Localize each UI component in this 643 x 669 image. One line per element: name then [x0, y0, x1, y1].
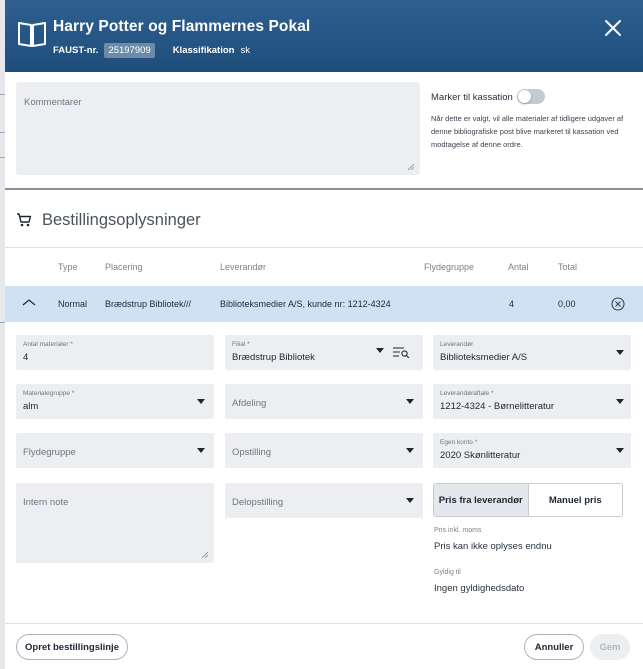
row-placering: Brædstrup Bibliotek/// [105, 299, 192, 309]
caret-down-icon [406, 498, 414, 503]
price-from-supplier-option[interactable]: Pris fra leverandør [434, 484, 528, 516]
materialegruppe-select[interactable]: Materialegruppe * alm [16, 384, 214, 419]
section-divider [5, 188, 643, 190]
egen-konto-select[interactable]: Egen konto * 2020 Skønlitteratur [433, 433, 631, 468]
filter-search-icon[interactable] [392, 346, 410, 358]
modal-header: Harry Potter og Flammernes Pokal FAUST-n… [5, 0, 643, 72]
delopstilling-select[interactable]: Delopstilling [225, 483, 423, 518]
antal-materialer-input[interactable]: Antal materialer * 4 [16, 335, 214, 370]
caret-down-icon [197, 448, 205, 453]
valid-until-value: Ingen gyldighedsdato [434, 583, 525, 594]
filial-value: Brædstrup Bibliotek [232, 352, 315, 363]
create-order-line-button[interactable]: Opret bestillingslinje [16, 634, 128, 660]
toggle-knob [518, 90, 531, 103]
leverandoraftale-select[interactable]: Leverandøraftale * 1212-4324 - Børnelitt… [433, 384, 631, 419]
price-source-toggle: Pris fra leverandør Manuel pris [433, 483, 623, 517]
footer-divider [5, 623, 643, 624]
opstilling-placeholder: Opstilling [232, 447, 272, 458]
faust-number[interactable]: 25197909 [104, 43, 155, 58]
row-leverandor: Biblioteksmedier A/S, kunde nr: 1212-432… [220, 299, 391, 309]
caret-down-icon [616, 399, 624, 404]
manual-price-option[interactable]: Manuel pris [527, 484, 622, 516]
kassation-description: Når dette er valgt, vil alle materialer … [431, 114, 624, 149]
leverandoraftale-label: Leverandøraftale * [440, 390, 494, 397]
price-label: Pris inkl. moms [434, 527, 482, 534]
faust-label: FAUST-nr. [53, 45, 99, 56]
comment-placeholder: Kommentarer [24, 97, 82, 108]
filial-label: Filial * [232, 341, 250, 348]
order-modal: Harry Potter og Flammernes Pokal FAUST-n… [5, 0, 643, 669]
antal-materialer-label: Antal materialer * [23, 341, 73, 348]
caret-down-icon [616, 350, 624, 355]
leverandor-select[interactable]: Leverandør Biblioteksmedier A/S [433, 335, 631, 370]
classification-label: Klassifikation [172, 45, 235, 56]
materialegruppe-label: Materialegruppe * [23, 390, 75, 397]
book-icon [18, 22, 46, 47]
intern-note-placeholder: Intern note [23, 497, 69, 508]
caret-down-icon [616, 448, 624, 453]
kassation-toggle[interactable] [517, 89, 545, 104]
row-antal: 4 [509, 299, 515, 309]
classification-value: sk [240, 45, 250, 56]
column-header-placering: Placering [105, 262, 143, 272]
intern-note-textarea[interactable]: Intern note [16, 483, 214, 563]
resize-handle-icon[interactable] [408, 164, 414, 170]
column-header-type: Type [58, 262, 78, 272]
caret-down-icon [406, 448, 414, 453]
caret-down-icon [406, 399, 414, 404]
remove-line-icon[interactable] [611, 297, 625, 311]
order-line-row[interactable]: Normal Brædstrup Bibliotek/// Biblioteks… [5, 286, 643, 322]
column-header-flydegruppe: Flydegruppe [424, 262, 475, 272]
section-title: Bestillingsoplysninger [42, 211, 201, 229]
leverandor-label: Leverandør [440, 341, 474, 348]
egen-konto-label: Egen konto * [440, 439, 478, 446]
divider [5, 247, 643, 248]
kassation-label: Marker til kassation [431, 92, 513, 103]
antal-materialer-value: 4 [23, 352, 29, 363]
leverandoraftale-value: 1212-4324 - Børnelitteratur [440, 401, 555, 412]
row-total: 0,00 [558, 299, 576, 309]
price-value: Pris kan ikke oplyses endnu [434, 541, 552, 552]
cart-icon [17, 213, 32, 227]
caret-down-icon [197, 399, 205, 404]
record-meta: FAUST-nr. 25197909 Klassifikation sk [53, 43, 250, 58]
resize-handle-icon[interactable] [202, 552, 208, 558]
delopstilling-placeholder: Delopstilling [232, 497, 284, 508]
leverandor-value: Biblioteksmedier A/S [440, 352, 528, 363]
opstilling-select[interactable]: Opstilling [225, 433, 423, 468]
column-header-antal: Antal [508, 262, 529, 272]
egen-konto-value: 2020 Skønlitteratur [440, 450, 521, 461]
close-icon[interactable] [603, 18, 623, 38]
column-header-leverandor: Leverandør [220, 262, 267, 272]
save-button[interactable]: Gem [590, 634, 630, 660]
record-title: Harry Potter og Flammernes Pokal [53, 18, 311, 35]
valid-until-label: Gyldig til [434, 569, 461, 576]
caret-down-icon [376, 348, 384, 353]
afdeling-placeholder: Afdeling [232, 398, 267, 409]
filial-select[interactable]: Filial * Brædstrup Bibliotek [225, 335, 423, 370]
materialegruppe-value: alm [23, 401, 39, 412]
row-type: Normal [58, 299, 88, 309]
cancel-button[interactable]: Annuller [524, 634, 584, 660]
flydegruppe-placeholder: Flydegruppe [23, 447, 76, 458]
afdeling-select[interactable]: Afdeling [225, 384, 423, 419]
chevron-up-icon[interactable] [22, 298, 36, 308]
comment-textarea[interactable]: Kommentarer [16, 82, 420, 175]
column-header-total: Total [558, 262, 578, 272]
flydegruppe-select[interactable]: Flydegruppe [16, 433, 214, 468]
